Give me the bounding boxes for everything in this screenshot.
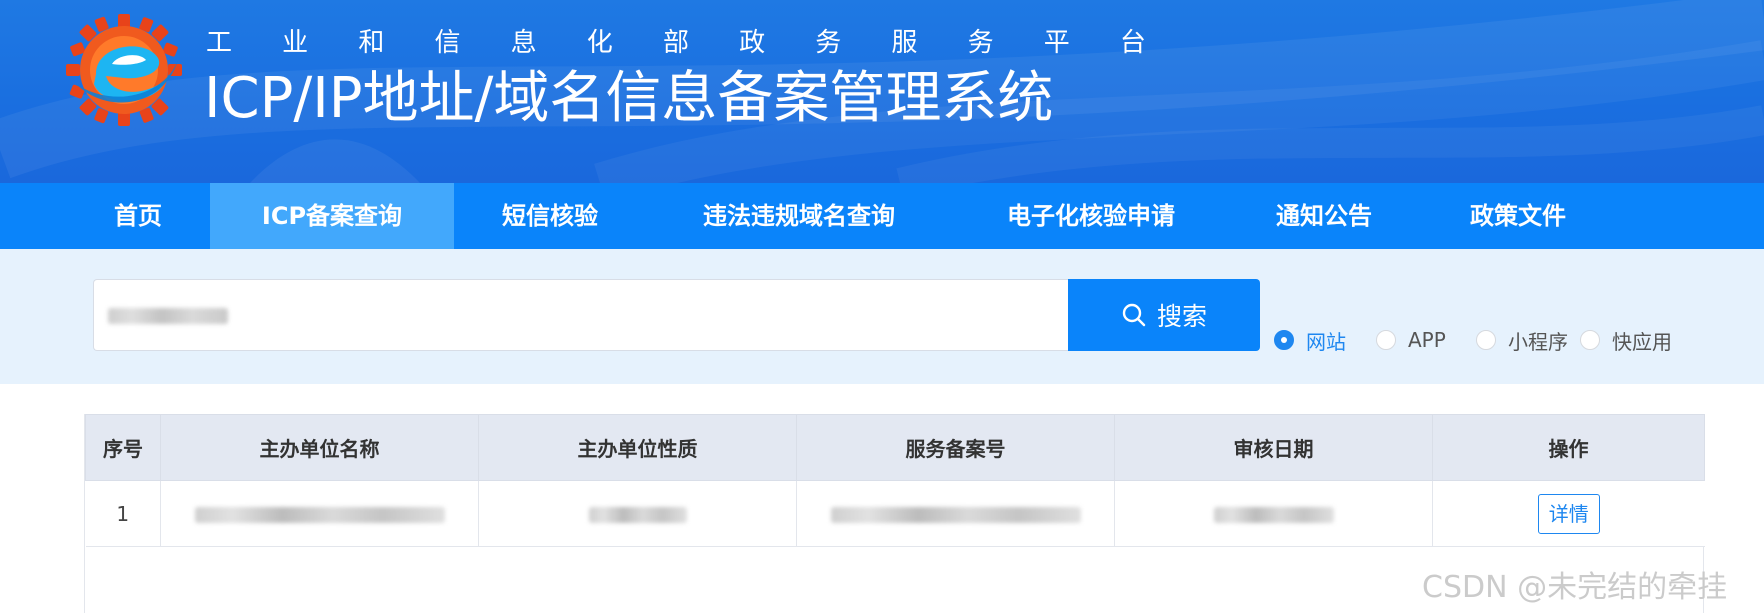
- column-header-license-number: 服务备案号: [796, 414, 1115, 481]
- system-title: ICP/IP地址/域名信息备案管理系统: [204, 66, 1054, 131]
- nav-item-illegal-domain-query[interactable]: 违法违规域名查询: [676, 183, 922, 249]
- search-input-blurred-text: [108, 308, 228, 324]
- radio-app[interactable]: APP: [1376, 325, 1446, 355]
- nav-item-home[interactable]: 首页: [90, 183, 186, 249]
- main-nav: 首页 ICP备案查询 短信核验 违法违规域名查询 电子化核验申请 通知公告 政策…: [0, 183, 1764, 249]
- ministry-char: 务: [967, 28, 994, 58]
- ministry-char: 工: [206, 28, 233, 58]
- ministry-char: 台: [1119, 28, 1146, 58]
- search-button-label: 搜索: [1156, 302, 1207, 331]
- search-section: 搜索 网站 APP 小程序 快应用: [0, 249, 1764, 384]
- radio-website[interactable]: 网站: [1274, 325, 1346, 355]
- detail-button[interactable]: 详情: [1537, 493, 1600, 534]
- column-header-actions: 操作: [1432, 414, 1705, 481]
- site-header: 工 业 和 信 息 化 部 政 务 服 务 平 台 ICP/IP地址/域名信息备…: [0, 0, 1764, 183]
- nav-item-policy-documents[interactable]: 政策文件: [1456, 183, 1580, 249]
- column-header-review-date: 审核日期: [1114, 414, 1433, 481]
- ministry-char: 化: [586, 28, 613, 58]
- radio-unchecked-icon: [1376, 330, 1396, 350]
- ministry-char: 平: [1043, 28, 1070, 58]
- ministry-char: 和: [358, 28, 385, 58]
- column-header-organizer-name: 主办单位名称: [160, 414, 479, 481]
- cell-actions: 详情: [1432, 480, 1705, 547]
- radio-quick-app[interactable]: 快应用: [1580, 325, 1672, 355]
- cell-review-date: [1114, 480, 1433, 547]
- radio-label: 快应用: [1612, 329, 1672, 354]
- radio-unchecked-icon: [1580, 330, 1600, 350]
- column-header-organizer-type: 主办单位性质: [478, 414, 797, 481]
- column-header-index: 序号: [85, 414, 161, 481]
- radio-label: 小程序: [1508, 329, 1568, 354]
- blurred-organizer-type: [588, 507, 687, 523]
- table-row: 1 详情: [85, 480, 1705, 547]
- radio-mini-program[interactable]: 小程序: [1476, 325, 1568, 355]
- ministry-char: 政: [739, 28, 766, 58]
- nav-item-notices[interactable]: 通知公告: [1262, 183, 1386, 249]
- radio-unchecked-icon: [1476, 330, 1496, 350]
- ministry-char: 部: [662, 28, 689, 58]
- nav-item-electronic-verify[interactable]: 电子化核验申请: [980, 183, 1202, 249]
- radio-label: 网站: [1306, 329, 1346, 354]
- cell-organizer-name: [160, 480, 479, 547]
- results-table: 序号 主办单位名称 主办单位性质 服务备案号 审核日期 操作 1 详情: [85, 414, 1705, 547]
- ministry-char: 信: [434, 28, 461, 58]
- ministry-char: 业: [282, 28, 309, 58]
- cell-organizer-type: [478, 480, 797, 547]
- miit-logo: [66, 14, 182, 126]
- radio-checked-icon: [1274, 330, 1294, 350]
- blurred-organizer-name: [194, 507, 445, 523]
- search-button[interactable]: 搜索: [1068, 279, 1260, 351]
- nav-item-sms-verify[interactable]: 短信核验: [480, 183, 620, 249]
- csdn-watermark: CSDN @未完结的牵挂: [1422, 570, 1728, 605]
- ministry-title: 工 业 和 信 息 化 部 政 务 服 务 平 台: [206, 26, 1146, 60]
- nav-item-icp-query[interactable]: ICP备案查询: [210, 183, 454, 249]
- blurred-license-number: [830, 507, 1081, 523]
- search-icon: [1122, 303, 1146, 327]
- radio-label: APP: [1408, 328, 1446, 352]
- table-header-row: 序号 主办单位名称 主办单位性质 服务备案号 审核日期 操作: [85, 414, 1705, 481]
- ministry-char: 息: [510, 28, 537, 58]
- blurred-review-date: [1213, 507, 1334, 523]
- ministry-char: 服: [891, 28, 918, 58]
- search-input[interactable]: [93, 279, 1069, 351]
- cell-index: 1: [85, 480, 161, 547]
- ministry-char: 务: [815, 28, 842, 58]
- cell-license-number: [796, 480, 1115, 547]
